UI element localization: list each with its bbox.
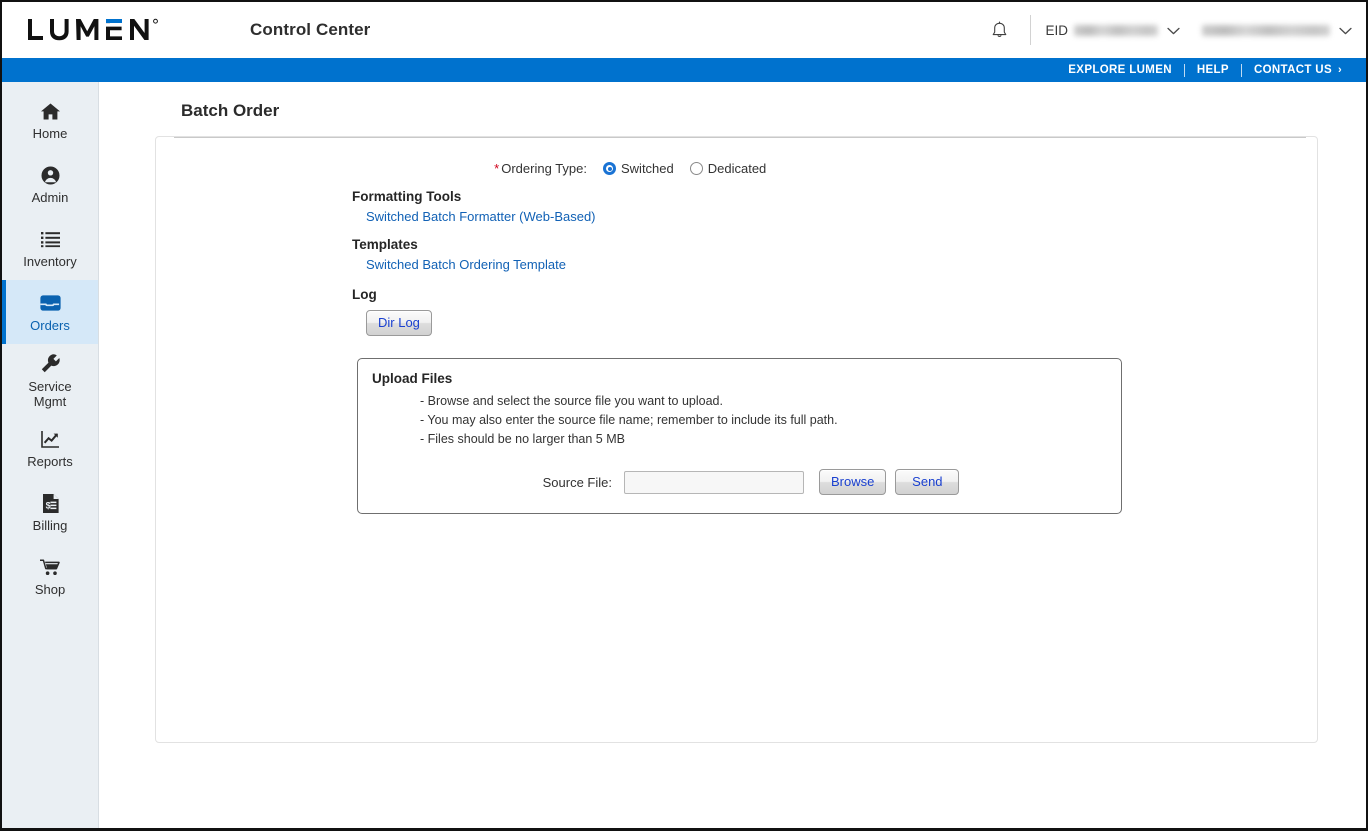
shopping-cart-icon [39, 555, 62, 579]
radio-switched[interactable]: Switched [603, 161, 674, 176]
utility-nav: EXPLORE LUMEN HELP CONTACT US › [2, 58, 1366, 82]
contact-us-label: CONTACT US [1253, 64, 1332, 76]
sidebar-item-reports[interactable]: Reports [2, 416, 98, 480]
ordering-type-radio-group: Switched Dedicated [603, 161, 766, 176]
browse-button[interactable]: Browse [819, 469, 887, 495]
user-account-selector[interactable] [1202, 23, 1352, 38]
inbox-tray-icon [39, 291, 62, 315]
sidebar-item-label: Admin [31, 190, 69, 205]
log-heading: Log [352, 287, 377, 302]
sidebar: Home Admin Inventory Orders Service Mgmt… [2, 82, 99, 828]
body: Home Admin Inventory Orders Service Mgmt… [2, 82, 1366, 828]
templates-section: Templates Switched Batch Ordering Templa… [352, 237, 1317, 272]
switched-batch-ordering-template-link[interactable]: Switched Batch Ordering Template [366, 257, 1317, 272]
radio-switched-label: Switched [621, 161, 674, 176]
required-asterisk: * [494, 161, 500, 176]
formatting-tools-heading: Formatting Tools [352, 189, 462, 204]
ordering-type-label: * Ordering Type: [156, 161, 603, 176]
utility-nav-divider-2 [1240, 63, 1242, 77]
sidebar-item-label: Billing [32, 518, 68, 533]
upload-files-panel: Upload Files - Browse and select the sou… [357, 358, 1122, 514]
upload-instructions: - Browse and select the source file you … [420, 392, 1107, 449]
sidebar-item-label: Shop [34, 582, 66, 597]
upload-instruction-1: - Browse and select the source file you … [420, 394, 723, 408]
log-section: Log Dir Log [352, 287, 1317, 336]
sidebar-item-shop[interactable]: Shop [2, 544, 98, 608]
sidebar-item-service-mgmt[interactable]: Service Mgmt [2, 344, 98, 416]
sidebar-item-billing[interactable]: $ Billing [2, 480, 98, 544]
sidebar-item-label: Reports [27, 454, 73, 469]
bell-icon [992, 21, 1007, 37]
help-link[interactable]: HELP [1185, 64, 1241, 76]
source-file-actions: Browse Send [819, 469, 960, 495]
templates-heading: Templates [352, 237, 418, 252]
card-divider [174, 137, 1306, 138]
utility-nav-divider-1 [1183, 63, 1185, 77]
radio-switched-control[interactable] [603, 162, 616, 175]
batch-order-card: * Ordering Type: Switched Dedicated Form… [155, 136, 1318, 743]
sidebar-item-label: Inventory [23, 254, 77, 269]
invoice-dollar-icon: $ [41, 491, 60, 515]
source-file-input[interactable] [624, 470, 804, 494]
eid-label: EID [1045, 22, 1068, 38]
header-right-cluster: EID [982, 2, 1352, 58]
source-file-row: Source File: Browse Send [372, 469, 1107, 495]
chevron-down-icon [1339, 23, 1352, 38]
sidebar-item-admin[interactable]: Admin [2, 152, 98, 216]
radio-dedicated-control[interactable] [689, 162, 703, 175]
eid-value-redacted [1074, 24, 1158, 36]
upload-files-title: Upload Files [372, 371, 453, 386]
wrench-icon [40, 352, 61, 376]
notifications-button[interactable] [982, 13, 1016, 47]
radio-dedicated[interactable]: Dedicated [689, 161, 767, 176]
formatting-tools-section: Formatting Tools Switched Batch Formatte… [352, 189, 1317, 224]
batch-order-form: * Ordering Type: Switched Dedicated Form… [156, 161, 1317, 514]
upload-instruction-3: - Files should be no larger than 5 MB [420, 432, 625, 446]
svg-text:$: $ [45, 500, 50, 510]
app-header: Control Center EID [2, 2, 1366, 58]
sidebar-item-label: Home [32, 126, 68, 141]
ordering-type-row: * Ordering Type: Switched Dedicated [156, 161, 1317, 176]
source-file-label: Source File: [542, 474, 612, 490]
send-button[interactable]: Send [895, 469, 960, 495]
header-divider-1 [1030, 15, 1032, 45]
chart-trend-icon [40, 427, 61, 451]
dir-log-button[interactable]: Dir Log [366, 310, 432, 336]
lumen-logo[interactable] [26, 17, 186, 43]
app-title: Control Center [250, 20, 371, 39]
contact-us-link[interactable]: CONTACT US › [1242, 64, 1354, 76]
radio-dedicated-label: Dedicated [707, 161, 767, 176]
chevron-right-icon: › [1337, 64, 1342, 76]
sidebar-item-label: Service Mgmt [28, 378, 72, 409]
browser-page: Control Center EID EXPLORE LUMEN HELP CO… [0, 0, 1368, 831]
sidebar-item-home[interactable]: Home [2, 88, 98, 152]
main-content: Batch Order * Ordering Type: Switched De… [99, 82, 1366, 828]
eid-selector[interactable]: EID [1045, 23, 1180, 38]
sidebar-item-label: Orders [30, 318, 70, 333]
page-title: Batch Order [181, 101, 280, 120]
user-circle-icon [40, 163, 61, 187]
switched-batch-formatter-link[interactable]: Switched Batch Formatter (Web-Based) [366, 209, 1317, 224]
chevron-down-icon [1167, 23, 1180, 38]
ordering-type-label-text: Ordering Type: [501, 161, 587, 176]
upload-instruction-2: - You may also enter the source file nam… [420, 413, 838, 427]
user-name-redacted [1202, 24, 1330, 36]
list-icon [40, 227, 61, 251]
home-icon [40, 99, 61, 123]
sidebar-item-inventory[interactable]: Inventory [2, 216, 98, 280]
sidebar-item-orders[interactable]: Orders [2, 280, 98, 344]
explore-lumen-link[interactable]: EXPLORE LUMEN [1056, 64, 1184, 76]
